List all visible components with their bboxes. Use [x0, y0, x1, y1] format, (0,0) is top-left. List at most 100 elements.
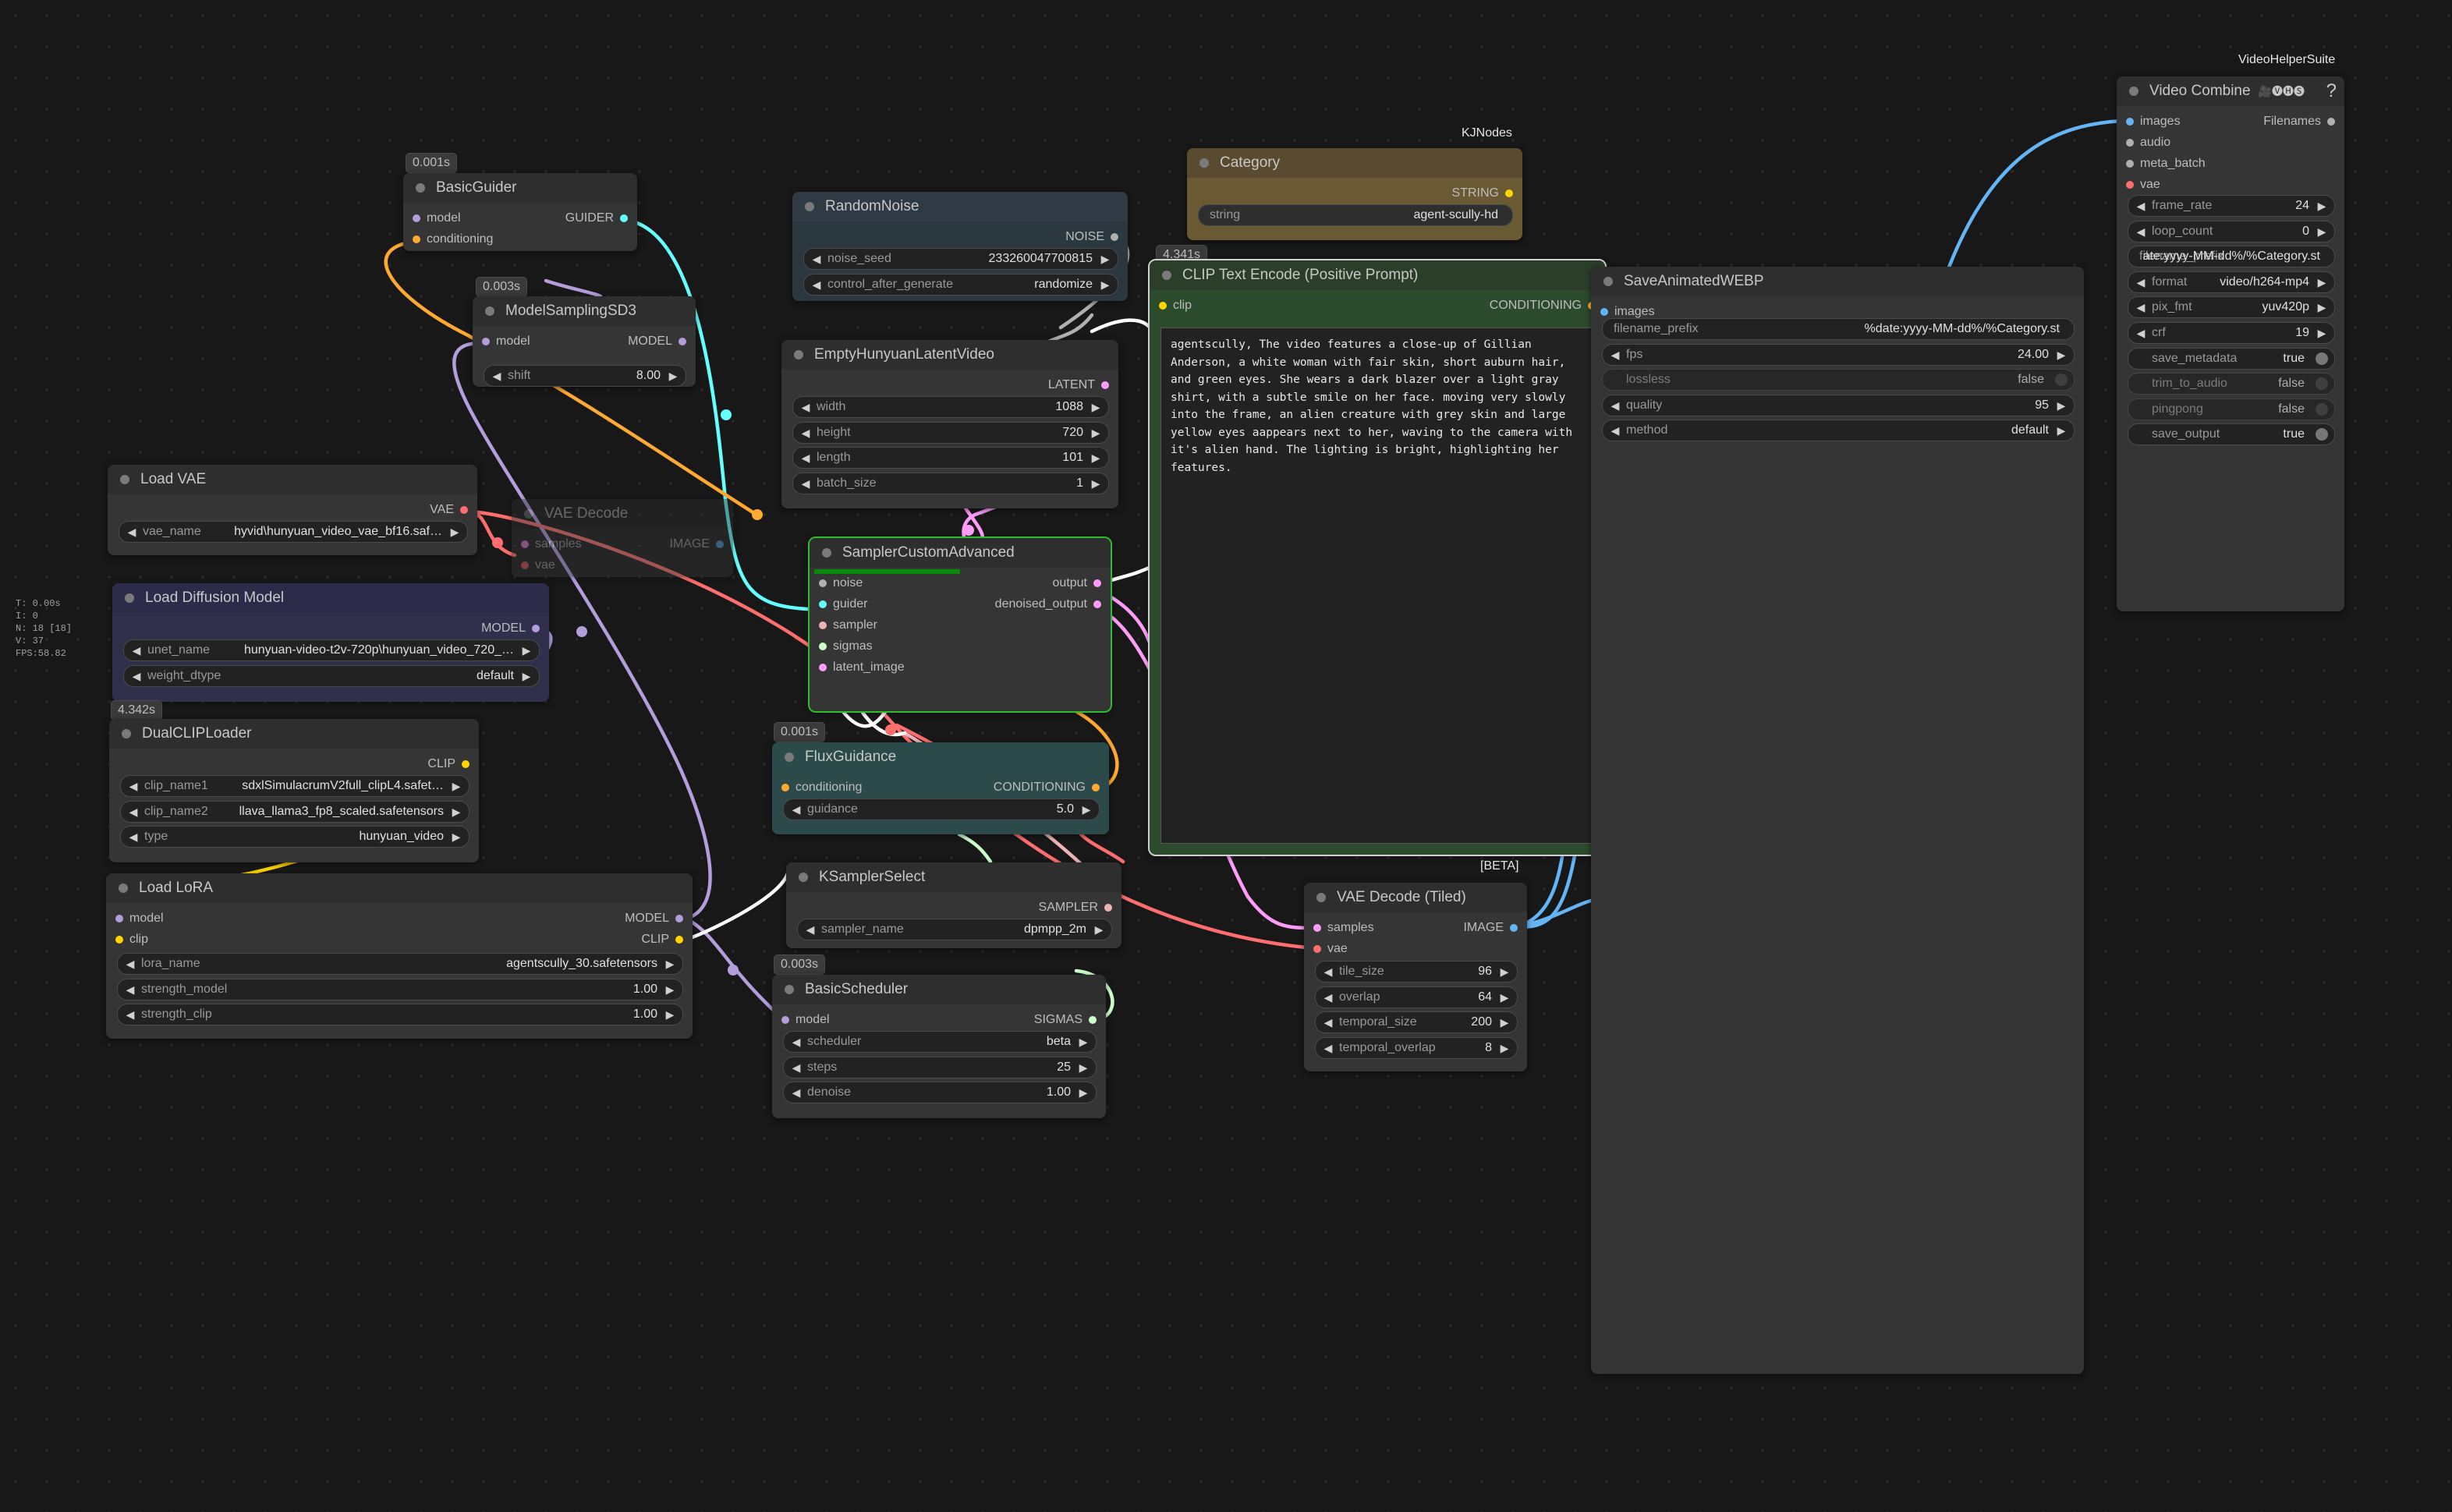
- widget-guidance[interactable]: ◀ guidance 5.0 ▶: [783, 798, 1100, 820]
- widget-shift[interactable]: ◀ shift 8.00 ▶: [484, 365, 686, 387]
- widget-frame-rate[interactable]: ◀ frame_rate 24 ▶: [2128, 195, 2335, 217]
- decrement-arrow-icon[interactable]: ◀: [1320, 1012, 1336, 1032]
- node-basic-scheduler[interactable]: BasicScheduler model SIGMAS ◀ scheduler beta ▶…: [772, 975, 1106, 1118]
- increment-arrow-icon[interactable]: ▶: [2053, 345, 2069, 365]
- widget-control-after-generate[interactable]: ◀ control_after_generate randomize ▶: [803, 273, 1118, 296]
- increment-arrow-icon[interactable]: ▶: [662, 1004, 678, 1025]
- decrement-arrow-icon[interactable]: ◀: [2133, 272, 2149, 292]
- collapse-dot-icon[interactable]: [120, 475, 129, 484]
- output-sigmas[interactable]: SIGMAS: [1034, 1012, 1098, 1028]
- increment-arrow-icon[interactable]: ▶: [1497, 961, 1512, 982]
- decrement-arrow-icon[interactable]: ◀: [788, 799, 804, 820]
- output-socket-icon[interactable]: [460, 506, 468, 514]
- widget-sampler-name[interactable]: ◀ sampler_name dpmpp_2m ▶: [797, 919, 1112, 940]
- node-title[interactable]: FluxGuidance: [772, 742, 1109, 772]
- widget-method[interactable]: ◀ method default ▶: [1602, 420, 2075, 442]
- increment-arrow-icon[interactable]: ▶: [2314, 272, 2330, 292]
- increment-arrow-icon[interactable]: ▶: [1088, 448, 1104, 468]
- widget-height[interactable]: ◀ height 720 ▶: [792, 421, 1109, 444]
- output-model[interactable]: MODEL: [625, 911, 685, 926]
- toggle-knob-icon[interactable]: [2055, 374, 2068, 387]
- input-socket-icon[interactable]: [781, 1016, 789, 1024]
- output-image[interactable]: IMAGE: [1463, 920, 1519, 936]
- increment-arrow-icon[interactable]: ▶: [1097, 274, 1113, 295]
- decrement-arrow-icon[interactable]: ◀: [129, 666, 144, 686]
- output-image[interactable]: IMAGE: [669, 536, 725, 552]
- input-socket-icon[interactable]: [413, 235, 420, 243]
- output-socket-icon[interactable]: [679, 338, 686, 345]
- increment-arrow-icon[interactable]: ▶: [1088, 473, 1104, 494]
- node-load-diffusion[interactable]: Load Diffusion Model MODEL ◀ unet_name hunyu…: [112, 583, 549, 702]
- collapse-dot-icon[interactable]: [1603, 277, 1613, 286]
- widget-filename-prefix[interactable]: filename_prefix %date:yyyy-MM-dd%/%Catego…: [1602, 318, 2075, 340]
- node-vae-decode[interactable]: VAE Decode samples vae IMAGE: [512, 499, 733, 577]
- output-conditioning[interactable]: CONDITIONING: [1490, 298, 1597, 313]
- widget-unet-name[interactable]: ◀ unet_name hunyuan-video-t2v-720p\hunyuan…: [123, 639, 540, 661]
- input-socket-icon[interactable]: [1600, 308, 1608, 316]
- input-meta-batch[interactable]: meta_batch: [2124, 156, 2206, 172]
- input-socket-icon[interactable]: [781, 784, 789, 791]
- input-samples[interactable]: samples: [519, 536, 582, 552]
- output-socket-icon[interactable]: [1505, 189, 1513, 197]
- node-category[interactable]: Category STRING string agent-scully-hd: [1187, 148, 1522, 240]
- input-socket-icon[interactable]: [1159, 302, 1167, 310]
- collapse-dot-icon[interactable]: [799, 873, 808, 882]
- widget-strength-clip[interactable]: ◀ strength_clip 1.00 ▶: [117, 1004, 683, 1026]
- increment-arrow-icon[interactable]: ▶: [662, 954, 678, 974]
- node-title[interactable]: Load Diffusion Model: [112, 583, 549, 613]
- decrement-arrow-icon[interactable]: ◀: [124, 522, 140, 542]
- input-conditioning[interactable]: conditioning: [411, 232, 493, 247]
- help-icon[interactable]: ?: [2326, 76, 2337, 106]
- widget-format[interactable]: ◀ format video/h264-mp4 ▶: [2128, 271, 2335, 293]
- decrement-arrow-icon[interactable]: ◀: [798, 448, 813, 468]
- increment-arrow-icon[interactable]: ▶: [1075, 1057, 1091, 1078]
- input-sampler[interactable]: sampler: [817, 618, 877, 633]
- input-vae[interactable]: vae: [519, 558, 555, 573]
- output-socket-icon[interactable]: [1101, 381, 1109, 389]
- widget-quality[interactable]: ◀ quality 95 ▶: [1602, 394, 2075, 416]
- widget-loop-count[interactable]: ◀ loop_count 0 ▶: [2128, 220, 2335, 243]
- decrement-arrow-icon[interactable]: ◀: [129, 640, 144, 660]
- input-socket-icon[interactable]: [2126, 139, 2134, 147]
- widget-fps[interactable]: ◀ fps 24.00 ▶: [1602, 343, 2075, 366]
- output-socket-icon[interactable]: [532, 625, 540, 632]
- input-vae[interactable]: vae: [2124, 177, 2160, 193]
- widget-clip-name1[interactable]: ◀ clip_name1 sdxlSimulacrumV2full_clipL4.s…: [120, 775, 469, 797]
- decrement-arrow-icon[interactable]: ◀: [1607, 395, 1623, 416]
- widget-strength-model[interactable]: ◀ strength_model 1.00 ▶: [117, 978, 683, 1000]
- output-socket-icon[interactable]: [620, 214, 628, 222]
- widget-filename-prefix[interactable]: filename_prefix ate:yyyy-MM-dd%/%Category…: [2128, 246, 2335, 268]
- input-model[interactable]: model: [780, 1012, 830, 1028]
- increment-arrow-icon[interactable]: ▶: [519, 640, 534, 660]
- node-title[interactable]: Load VAE: [108, 465, 477, 494]
- prompt-textarea[interactable]: agentscully, The video features a close-…: [1160, 328, 1594, 844]
- collapse-dot-icon[interactable]: [794, 350, 803, 359]
- collapse-dot-icon[interactable]: [485, 306, 494, 316]
- widget-pix-fmt[interactable]: ◀ pix_fmt yuv420p ▶: [2128, 296, 2335, 319]
- widget-vae-name[interactable]: ◀ vae_name hyvid\hunyuan_video_vae_bf16.sa…: [119, 521, 468, 543]
- widget-overlap[interactable]: ◀ overlap 64 ▶: [1315, 986, 1518, 1008]
- output-conditioning[interactable]: CONDITIONING: [994, 780, 1101, 795]
- collapse-dot-icon[interactable]: [822, 548, 831, 558]
- widget-weight-dtype[interactable]: ◀ weight_dtype default ▶: [123, 664, 540, 687]
- widget-denoise[interactable]: ◀ denoise 1.00 ▶: [783, 1082, 1097, 1104]
- input-audio[interactable]: audio: [2124, 135, 2170, 150]
- input-images[interactable]: images: [1599, 304, 1655, 320]
- collapse-dot-icon[interactable]: [1316, 893, 1326, 902]
- collapse-dot-icon[interactable]: [2129, 87, 2138, 96]
- increment-arrow-icon[interactable]: ▶: [448, 776, 464, 796]
- input-sigmas[interactable]: sigmas: [817, 639, 873, 654]
- input-socket-icon[interactable]: [2126, 181, 2134, 189]
- widget-steps[interactable]: ◀ steps 25 ▶: [783, 1056, 1097, 1078]
- node-title[interactable]: DualCLIPLoader: [109, 719, 479, 749]
- increment-arrow-icon[interactable]: ▶: [448, 802, 464, 822]
- input-socket-icon[interactable]: [115, 915, 123, 922]
- decrement-arrow-icon[interactable]: ◀: [126, 827, 141, 847]
- node-title[interactable]: SamplerCustomAdvanced: [810, 538, 1111, 568]
- increment-arrow-icon[interactable]: ▶: [1088, 423, 1104, 443]
- collapse-dot-icon[interactable]: [122, 729, 131, 738]
- increment-arrow-icon[interactable]: ▶: [1097, 249, 1113, 269]
- input-socket-icon[interactable]: [115, 936, 123, 944]
- decrement-arrow-icon[interactable]: ◀: [2133, 323, 2149, 343]
- input-conditioning[interactable]: conditioning: [780, 780, 862, 795]
